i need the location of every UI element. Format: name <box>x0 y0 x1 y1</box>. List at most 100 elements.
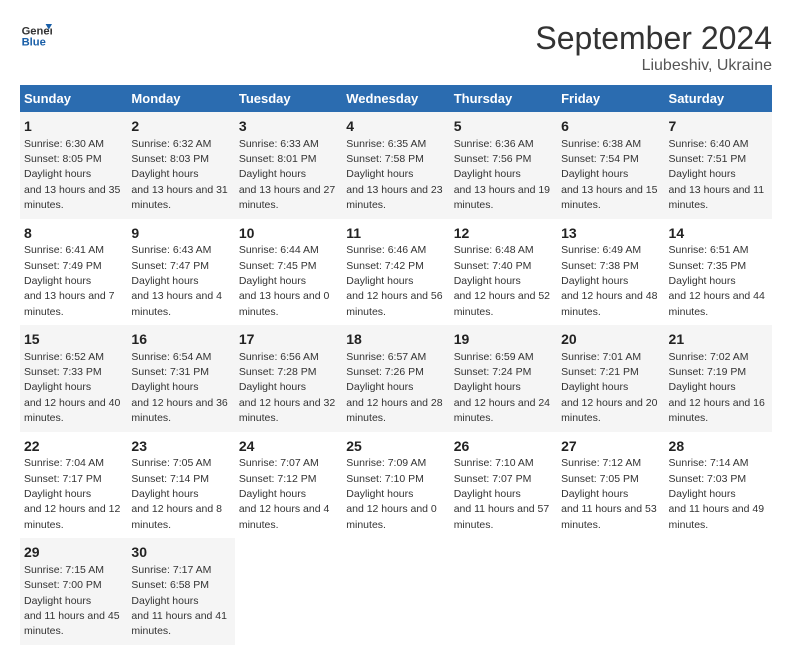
page-header: General Blue September 2024 Liubeshiv, U… <box>20 20 772 75</box>
day-info: Sunrise: 6:38 AMSunset: 7:54 PMDaylight … <box>561 138 657 212</box>
day-number: 7 <box>669 117 768 137</box>
day-number: 13 <box>561 224 660 244</box>
calendar-cell: 8 Sunrise: 6:41 AMSunset: 7:49 PMDayligh… <box>20 219 127 326</box>
day-info: Sunrise: 6:30 AMSunset: 8:05 PMDaylight … <box>24 138 120 212</box>
calendar-cell: 11 Sunrise: 6:46 AMSunset: 7:42 PMDaylig… <box>342 219 449 326</box>
day-number: 23 <box>131 437 230 457</box>
calendar-cell: 24 Sunrise: 7:07 AMSunset: 7:12 PMDaylig… <box>235 432 342 539</box>
week-row-2: 8 Sunrise: 6:41 AMSunset: 7:49 PMDayligh… <box>20 219 772 326</box>
day-number: 17 <box>239 330 338 350</box>
calendar-cell: 5 Sunrise: 6:36 AMSunset: 7:56 PMDayligh… <box>450 112 557 219</box>
day-number: 15 <box>24 330 123 350</box>
day-info: Sunrise: 6:35 AMSunset: 7:58 PMDaylight … <box>346 138 442 212</box>
day-number: 25 <box>346 437 445 457</box>
calendar-cell: 28 Sunrise: 7:14 AMSunset: 7:03 PMDaylig… <box>665 432 772 539</box>
day-info: Sunrise: 6:59 AMSunset: 7:24 PMDaylight … <box>454 351 550 425</box>
day-info: Sunrise: 6:32 AMSunset: 8:03 PMDaylight … <box>131 138 227 212</box>
day-info: Sunrise: 7:09 AMSunset: 7:10 PMDaylight … <box>346 457 437 531</box>
week-row-4: 22 Sunrise: 7:04 AMSunset: 7:17 PMDaylig… <box>20 432 772 539</box>
day-number: 19 <box>454 330 553 350</box>
day-number: 16 <box>131 330 230 350</box>
day-header-tuesday: Tuesday <box>235 85 342 112</box>
calendar-cell: 22 Sunrise: 7:04 AMSunset: 7:17 PMDaylig… <box>20 432 127 539</box>
day-number: 30 <box>131 543 230 563</box>
calendar-cell <box>557 538 664 645</box>
day-number: 21 <box>669 330 768 350</box>
calendar-cell: 14 Sunrise: 6:51 AMSunset: 7:35 PMDaylig… <box>665 219 772 326</box>
day-info: Sunrise: 6:44 AMSunset: 7:45 PMDaylight … <box>239 244 330 318</box>
day-number: 12 <box>454 224 553 244</box>
day-header-wednesday: Wednesday <box>342 85 449 112</box>
calendar-cell: 4 Sunrise: 6:35 AMSunset: 7:58 PMDayligh… <box>342 112 449 219</box>
logo: General Blue <box>20 20 52 52</box>
calendar-cell: 7 Sunrise: 6:40 AMSunset: 7:51 PMDayligh… <box>665 112 772 219</box>
calendar-cell: 29 Sunrise: 7:15 AMSunset: 7:00 PMDaylig… <box>20 538 127 645</box>
day-number: 18 <box>346 330 445 350</box>
day-header-sunday: Sunday <box>20 85 127 112</box>
day-number: 3 <box>239 117 338 137</box>
calendar-cell: 30 Sunrise: 7:17 AMSunset: 6:58 PMDaylig… <box>127 538 234 645</box>
day-info: Sunrise: 7:01 AMSunset: 7:21 PMDaylight … <box>561 351 657 425</box>
location-subtitle: Liubeshiv, Ukraine <box>535 57 772 75</box>
day-number: 9 <box>131 224 230 244</box>
day-info: Sunrise: 6:57 AMSunset: 7:26 PMDaylight … <box>346 351 442 425</box>
calendar-cell: 10 Sunrise: 6:44 AMSunset: 7:45 PMDaylig… <box>235 219 342 326</box>
day-info: Sunrise: 6:51 AMSunset: 7:35 PMDaylight … <box>669 244 765 318</box>
calendar-cell: 19 Sunrise: 6:59 AMSunset: 7:24 PMDaylig… <box>450 325 557 432</box>
day-info: Sunrise: 7:07 AMSunset: 7:12 PMDaylight … <box>239 457 330 531</box>
calendar-cell: 23 Sunrise: 7:05 AMSunset: 7:14 PMDaylig… <box>127 432 234 539</box>
day-info: Sunrise: 6:43 AMSunset: 7:47 PMDaylight … <box>131 244 222 318</box>
day-number: 27 <box>561 437 660 457</box>
day-number: 26 <box>454 437 553 457</box>
calendar-cell: 17 Sunrise: 6:56 AMSunset: 7:28 PMDaylig… <box>235 325 342 432</box>
day-number: 5 <box>454 117 553 137</box>
day-info: Sunrise: 7:15 AMSunset: 7:00 PMDaylight … <box>24 564 120 638</box>
day-info: Sunrise: 6:41 AMSunset: 7:49 PMDaylight … <box>24 244 115 318</box>
logo-icon: General Blue <box>20 20 52 52</box>
week-row-5: 29 Sunrise: 7:15 AMSunset: 7:00 PMDaylig… <box>20 538 772 645</box>
day-number: 14 <box>669 224 768 244</box>
day-header-friday: Friday <box>557 85 664 112</box>
day-number: 22 <box>24 437 123 457</box>
day-header-monday: Monday <box>127 85 234 112</box>
calendar-cell: 12 Sunrise: 6:48 AMSunset: 7:40 PMDaylig… <box>450 219 557 326</box>
day-number: 20 <box>561 330 660 350</box>
day-info: Sunrise: 6:46 AMSunset: 7:42 PMDaylight … <box>346 244 442 318</box>
day-info: Sunrise: 6:49 AMSunset: 7:38 PMDaylight … <box>561 244 657 318</box>
day-info: Sunrise: 6:33 AMSunset: 8:01 PMDaylight … <box>239 138 335 212</box>
day-number: 8 <box>24 224 123 244</box>
day-info: Sunrise: 7:14 AMSunset: 7:03 PMDaylight … <box>669 457 765 531</box>
calendar-cell: 18 Sunrise: 6:57 AMSunset: 7:26 PMDaylig… <box>342 325 449 432</box>
day-number: 24 <box>239 437 338 457</box>
calendar-cell <box>665 538 772 645</box>
day-number: 2 <box>131 117 230 137</box>
day-number: 10 <box>239 224 338 244</box>
calendar-cell: 21 Sunrise: 7:02 AMSunset: 7:19 PMDaylig… <box>665 325 772 432</box>
calendar-cell: 25 Sunrise: 7:09 AMSunset: 7:10 PMDaylig… <box>342 432 449 539</box>
day-number: 4 <box>346 117 445 137</box>
day-info: Sunrise: 6:54 AMSunset: 7:31 PMDaylight … <box>131 351 227 425</box>
header-row: SundayMondayTuesdayWednesdayThursdayFrid… <box>20 85 772 112</box>
calendar-cell: 6 Sunrise: 6:38 AMSunset: 7:54 PMDayligh… <box>557 112 664 219</box>
day-info: Sunrise: 6:36 AMSunset: 7:56 PMDaylight … <box>454 138 550 212</box>
day-number: 6 <box>561 117 660 137</box>
calendar-cell: 20 Sunrise: 7:01 AMSunset: 7:21 PMDaylig… <box>557 325 664 432</box>
week-row-3: 15 Sunrise: 6:52 AMSunset: 7:33 PMDaylig… <box>20 325 772 432</box>
day-header-saturday: Saturday <box>665 85 772 112</box>
title-section: September 2024 Liubeshiv, Ukraine <box>535 20 772 75</box>
calendar-cell <box>342 538 449 645</box>
calendar-cell: 26 Sunrise: 7:10 AMSunset: 7:07 PMDaylig… <box>450 432 557 539</box>
calendar-cell: 9 Sunrise: 6:43 AMSunset: 7:47 PMDayligh… <box>127 219 234 326</box>
day-info: Sunrise: 7:04 AMSunset: 7:17 PMDaylight … <box>24 457 120 531</box>
month-title: September 2024 <box>535 20 772 57</box>
day-info: Sunrise: 7:12 AMSunset: 7:05 PMDaylight … <box>561 457 657 531</box>
day-info: Sunrise: 6:48 AMSunset: 7:40 PMDaylight … <box>454 244 550 318</box>
week-row-1: 1 Sunrise: 6:30 AMSunset: 8:05 PMDayligh… <box>20 112 772 219</box>
calendar-cell: 27 Sunrise: 7:12 AMSunset: 7:05 PMDaylig… <box>557 432 664 539</box>
svg-text:Blue: Blue <box>22 37 46 49</box>
calendar-cell: 3 Sunrise: 6:33 AMSunset: 8:01 PMDayligh… <box>235 112 342 219</box>
calendar-cell: 2 Sunrise: 6:32 AMSunset: 8:03 PMDayligh… <box>127 112 234 219</box>
day-info: Sunrise: 7:02 AMSunset: 7:19 PMDaylight … <box>669 351 765 425</box>
day-info: Sunrise: 6:40 AMSunset: 7:51 PMDaylight … <box>669 138 765 212</box>
calendar-cell: 16 Sunrise: 6:54 AMSunset: 7:31 PMDaylig… <box>127 325 234 432</box>
